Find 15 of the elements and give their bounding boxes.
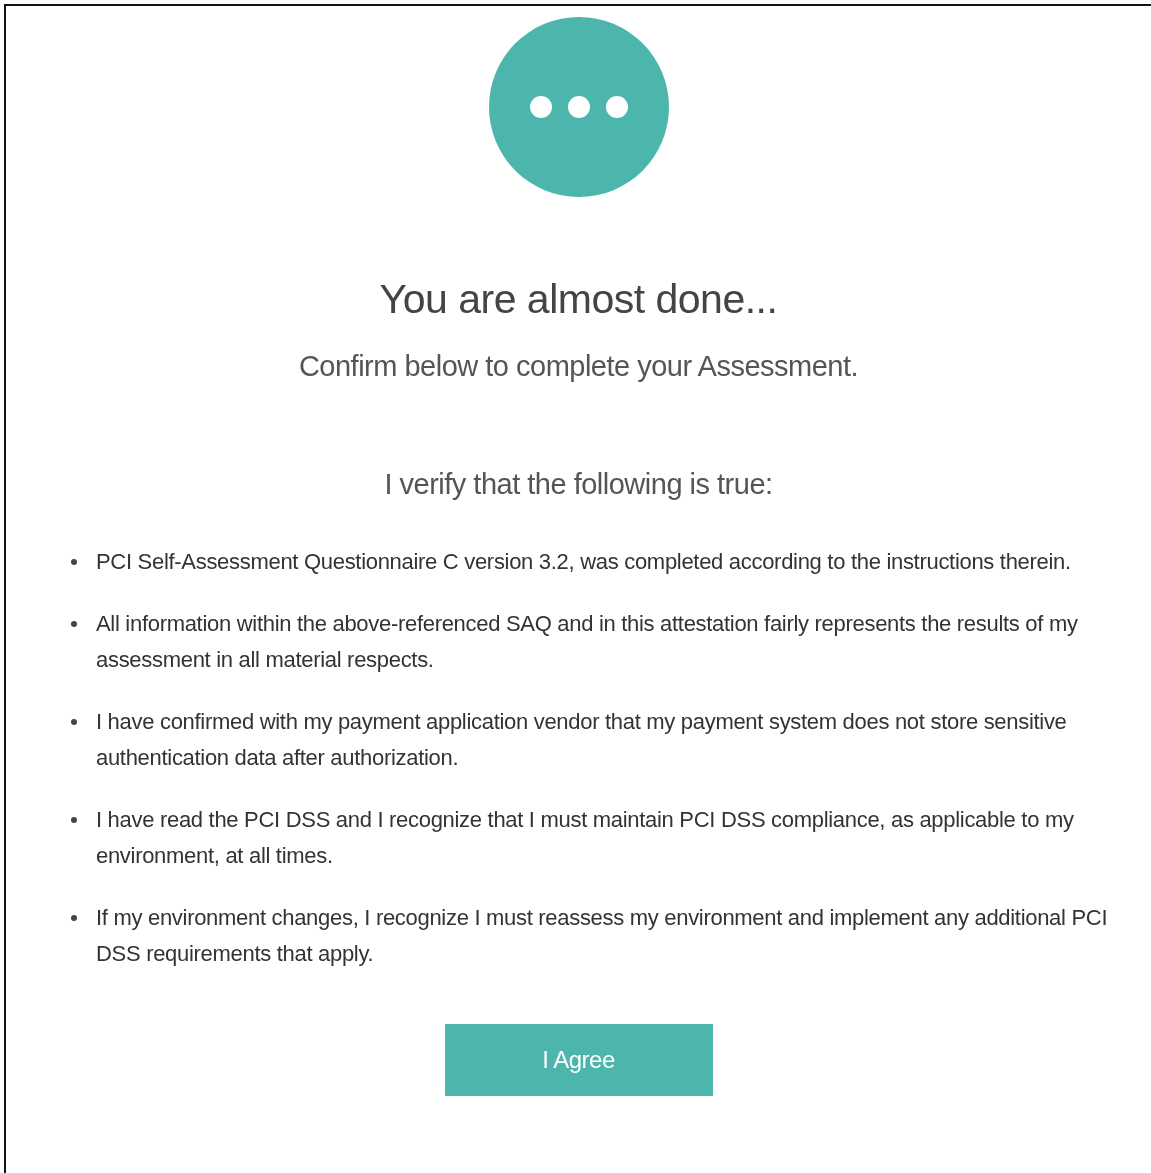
subtitle: Confirm below to complete your Assessment.	[298, 350, 859, 383]
statement-text: I have read the PCI DSS and I recognize that I must maintain PCI DSS compliance, as applicable to my environment, at all times.	[96, 806, 1075, 870]
ellipsis-icon	[488, 17, 669, 197]
bullet-icon	[71, 621, 77, 627]
bullet-icon	[71, 559, 77, 565]
statement-text: PCI Self-Assessment Questionnaire C version 3.2, was completed according to the instructions therein.	[96, 548, 1071, 576]
statement-text: I have confirmed with my payment application vendor that my payment system does not store sensitive authentication data after authorization.	[96, 708, 1068, 772]
verify-heading: I verify that the following is true:	[384, 468, 773, 501]
bullet-icon	[71, 915, 77, 921]
page-title: You are almost done...	[379, 276, 778, 323]
agree-button[interactable]: I Agree	[444, 1024, 713, 1096]
statement-text: If my environment changes, I recognize I must reassess my environment and implement any additional PCI DSS requirements that apply.	[96, 904, 1109, 968]
bullet-icon	[71, 719, 77, 725]
statement-text: All information within the above-referenced SAQ and in this attestation fairly represents the results of my assessment in all material respects.	[96, 610, 1079, 674]
bullet-icon	[71, 817, 77, 823]
